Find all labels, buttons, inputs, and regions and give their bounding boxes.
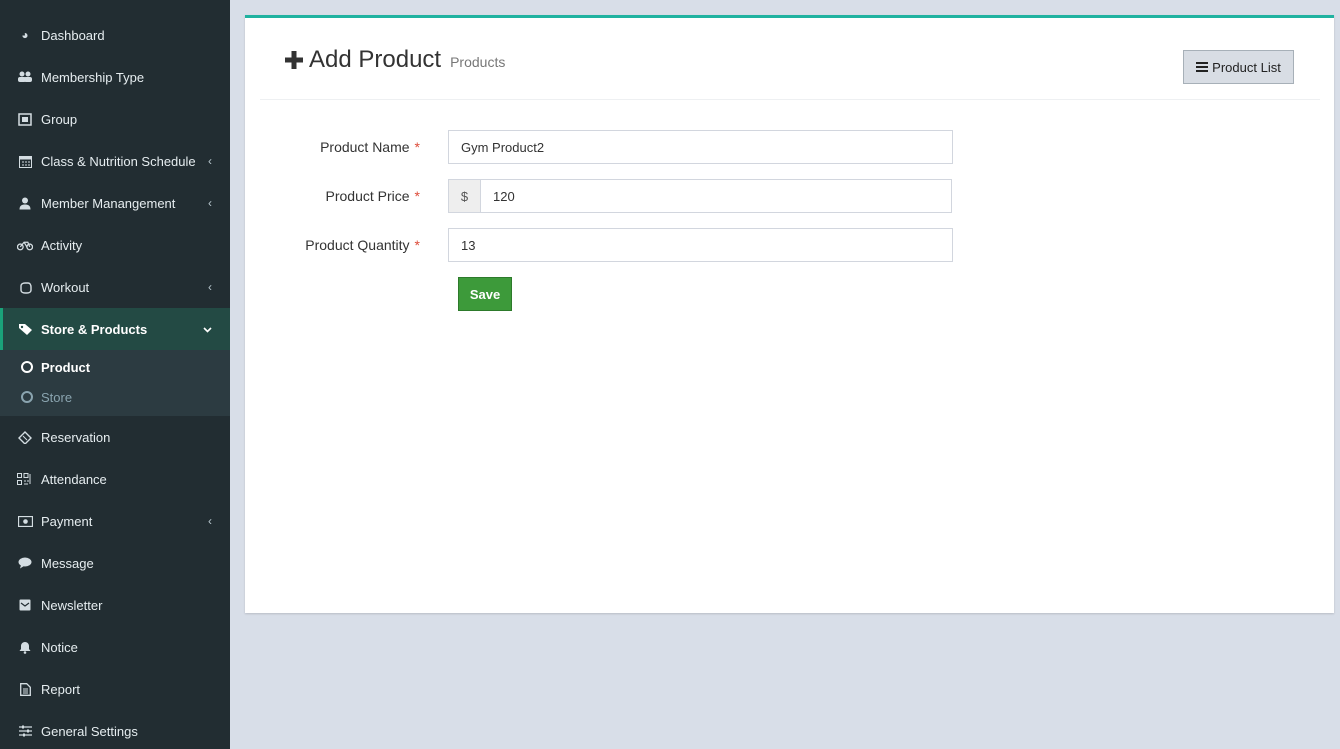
product-price-row: Product Price * $ 120: [245, 179, 965, 213]
product-name-row: Product Name * Gym Product2: [245, 130, 965, 164]
page-title: Add Product Products: [285, 43, 505, 74]
sidebar-item-label: Reservation: [41, 429, 111, 445]
product-price-label-text: Product Price: [325, 188, 410, 204]
sidebar-item-label: Attendance: [41, 471, 107, 487]
sidebar-item-member-management[interactable]: Member Manangement ‹: [0, 182, 230, 224]
sidebar-item-label: Payment: [41, 513, 93, 529]
circle-icon: [21, 361, 33, 373]
sidebar-item-label: Membership Type: [41, 69, 145, 85]
dashboard-icon: ◕: [21, 28, 29, 42]
sidebar-subitem-product[interactable]: Product: [0, 352, 230, 382]
sidebar-item-label: Dashboard: [41, 27, 105, 43]
sidebar-item-store-products[interactable]: Store & Products: [0, 308, 230, 350]
save-button[interactable]: Save: [458, 277, 512, 311]
chevron-left-icon: ‹: [208, 154, 212, 168]
plus-icon: [285, 45, 303, 76]
sidebar-subitem-label: Store: [41, 389, 73, 405]
group-icon: [17, 112, 33, 126]
product-quantity-row: Product Quantity * 13: [245, 228, 965, 262]
sidebar-item-notice[interactable]: Notice: [0, 626, 230, 668]
sidebar-item-general-settings[interactable]: General Settings: [0, 710, 230, 749]
panel-header: Add Product Products Product List: [260, 18, 1320, 100]
chevron-down-icon: [203, 322, 212, 336]
required-mark: *: [414, 139, 420, 155]
sidebar-item-attendance[interactable]: Attendance: [0, 458, 230, 500]
sidebar: ◕ Dashboard Membership Type Group Class …: [0, 0, 230, 749]
sidebar-item-label: Workout: [41, 279, 90, 295]
sidebar-item-group[interactable]: Group: [0, 98, 230, 140]
sidebar-item-activity[interactable]: Activity: [0, 224, 230, 266]
chevron-left-icon: ‹: [208, 280, 212, 294]
sidebar-item-label: Notice: [41, 639, 78, 655]
tags-icon: [17, 322, 33, 336]
sidebar-item-payment[interactable]: Payment ‹: [0, 500, 230, 542]
sidebar-item-label: Message: [41, 555, 94, 571]
product-name-label: Product Name *: [320, 130, 420, 164]
sidebar-item-workout[interactable]: Workout ‹: [0, 266, 230, 308]
add-product-panel: Add Product Products Product List Produc…: [245, 15, 1334, 613]
sidebar-item-label: Report: [41, 681, 81, 697]
product-name-label-text: Product Name: [320, 139, 410, 155]
sidebar-menu-lower: Reservation Attendance Payment ‹ Message: [0, 416, 230, 749]
envelope-icon: [17, 598, 33, 612]
required-mark: *: [414, 237, 420, 253]
sliders-icon: [17, 724, 33, 738]
sidebar-item-label: Newsletter: [41, 597, 103, 613]
list-icon: [1196, 60, 1209, 75]
sidebar-item-label: Group: [41, 111, 78, 127]
product-quantity-input[interactable]: 13: [448, 228, 953, 262]
ticket-icon: [17, 430, 33, 444]
product-list-button-label: Product List: [1212, 59, 1281, 75]
calendar-icon: [17, 154, 33, 168]
sidebar-item-dashboard[interactable]: ◕ Dashboard: [0, 14, 230, 56]
currency-addon: $: [448, 179, 481, 213]
bicycle-icon: [17, 238, 33, 252]
circle-icon: [21, 391, 33, 403]
money-icon: [17, 514, 33, 528]
sidebar-item-report[interactable]: Report: [0, 668, 230, 710]
product-price-label: Product Price *: [326, 179, 421, 213]
sidebar-item-newsletter[interactable]: Newsletter: [0, 584, 230, 626]
sidebar-menu: ◕ Dashboard Membership Type Group Class …: [0, 0, 230, 350]
user-icon: [17, 196, 33, 210]
hand-icon: [17, 280, 33, 294]
sidebar-item-message[interactable]: Message: [0, 542, 230, 584]
sidebar-item-label: General Settings: [41, 723, 138, 739]
sidebar-item-label: Member Manangement: [41, 195, 176, 211]
qrcode-icon: [17, 472, 33, 486]
sidebar-item-membership-type[interactable]: Membership Type: [0, 56, 230, 98]
sidebar-item-reservation[interactable]: Reservation: [0, 416, 230, 458]
chevron-left-icon: ‹: [208, 514, 212, 528]
sidebar-item-class-schedule[interactable]: Class & Nutrition Schedule ‹: [0, 140, 230, 182]
comment-icon: [17, 556, 33, 570]
sidebar-item-label: Store & Products: [41, 321, 148, 337]
product-price-input[interactable]: 120: [480, 179, 952, 213]
page-subtitle: Products: [450, 54, 506, 70]
product-name-input[interactable]: Gym Product2: [448, 130, 953, 164]
store-products-submenu: Product Store: [0, 350, 230, 416]
sidebar-item-label: Activity: [41, 237, 83, 253]
product-list-button[interactable]: Product List: [1183, 50, 1294, 84]
required-mark: *: [414, 188, 420, 204]
product-quantity-label-text: Product Quantity: [305, 237, 410, 253]
sidebar-item-label: Class & Nutrition Schedule: [41, 153, 196, 169]
page-title-text: Add Product: [309, 46, 442, 73]
users-icon: [17, 70, 33, 84]
file-icon: [17, 682, 33, 696]
bell-icon: [17, 640, 33, 654]
sidebar-subitem-label: Product: [41, 359, 91, 375]
product-quantity-label: Product Quantity *: [305, 228, 420, 262]
sidebar-subitem-store[interactable]: Store: [0, 382, 230, 412]
chevron-left-icon: ‹: [208, 196, 212, 210]
